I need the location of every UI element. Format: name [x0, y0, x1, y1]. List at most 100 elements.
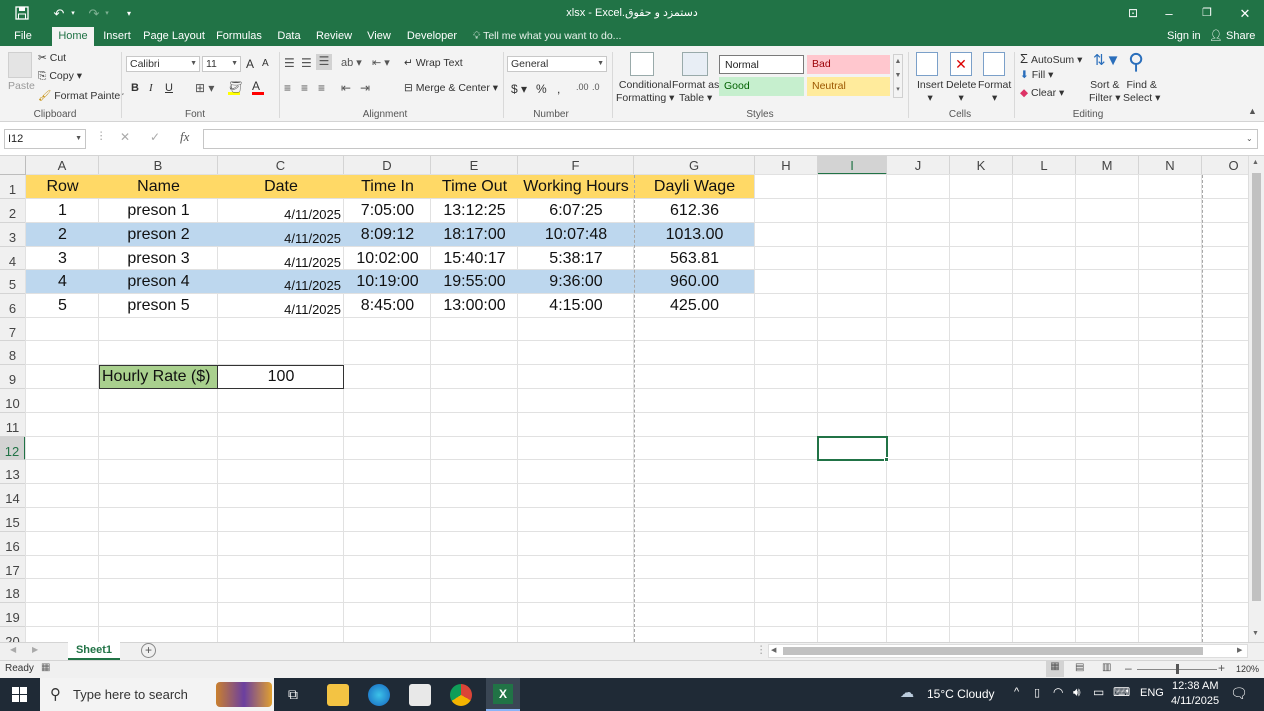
format-as-table-icon[interactable] — [682, 52, 708, 76]
active-cell-i12[interactable] — [817, 436, 888, 461]
table-cell[interactable]: 4:15:00 — [518, 294, 634, 318]
fill-color-icon[interactable]: 🪣︎ — [228, 80, 243, 95]
align-middle-icon[interactable]: ☰ — [301, 56, 312, 70]
font-size-select[interactable]: 11 ▼ — [202, 56, 241, 72]
increase-decimal-icon[interactable]: .00 — [576, 82, 589, 92]
row-header-11[interactable]: 11 — [0, 413, 26, 437]
tab-insert[interactable]: Insert — [99, 27, 135, 46]
shrink-font-button[interactable]: A — [262, 58, 269, 69]
collapse-ribbon-icon[interactable]: ▲ — [1248, 106, 1257, 116]
row-header-4[interactable]: 4 — [0, 247, 26, 270]
minimize-button[interactable]: – — [1158, 0, 1180, 27]
sign-in-link[interactable]: Sign in — [1167, 27, 1201, 46]
percent-button[interactable]: % — [536, 82, 547, 96]
row-header-19[interactable]: 19 — [0, 603, 26, 627]
row-header-3[interactable]: 3 — [0, 223, 26, 247]
row-header-5[interactable]: 5 — [0, 270, 26, 294]
select-all-button[interactable] — [0, 156, 26, 175]
cut-button[interactable]: ✂ Cut — [38, 52, 66, 64]
column-header-e[interactable]: E — [431, 156, 518, 175]
table-cell[interactable]: 10:19:00 — [344, 270, 431, 294]
column-header-m[interactable]: M — [1076, 156, 1139, 175]
vertical-scrollbar[interactable]: ▲ ▼ — [1248, 156, 1264, 642]
table-cell[interactable]: 2 — [26, 223, 99, 247]
table-cell[interactable]: 4 — [26, 270, 99, 294]
delete-cells-button[interactable]: Delete ▾ — [946, 79, 976, 105]
column-header-d[interactable]: D — [344, 156, 431, 175]
tab-formulas[interactable]: Formulas — [214, 27, 264, 46]
format-as-table-button[interactable]: Format as Table ▾ — [672, 79, 719, 105]
scroll-right-icon[interactable]: ▶ — [1237, 646, 1242, 654]
style-normal[interactable]: Normal — [719, 55, 804, 74]
copy-button[interactable]: ⎘ Copy ▾ — [38, 70, 82, 83]
column-header-c[interactable]: C — [218, 156, 344, 175]
fill-handle[interactable] — [884, 457, 889, 462]
style-good[interactable]: Good — [719, 77, 804, 96]
column-header-g[interactable]: G — [634, 156, 755, 175]
align-top-icon[interactable]: ☰ — [284, 56, 295, 70]
sheet-tab-sheet1[interactable]: Sheet1 — [68, 642, 120, 660]
column-header-b[interactable]: B — [99, 156, 218, 175]
magnifier-icon[interactable]: ⚲ — [1128, 49, 1144, 75]
chrome-browser-icon[interactable] — [450, 684, 472, 706]
column-header-o[interactable]: O — [1202, 156, 1248, 175]
table-cell[interactable]: 6:07:25 — [518, 199, 634, 223]
indent-direction-icon[interactable]: ⇤ ▾ — [372, 56, 390, 69]
row-header-20[interactable]: 20 — [0, 627, 26, 642]
edge-browser-icon[interactable] — [368, 684, 390, 706]
hourly-rate-label[interactable]: Hourly Rate ($) — [99, 365, 218, 389]
paste-icon[interactable] — [8, 52, 32, 78]
scroll-up-icon[interactable]: ▲ — [1252, 159, 1259, 166]
enter-entry-icon[interactable]: ✓ — [150, 130, 160, 144]
normal-view-icon[interactable]: ▦ — [1046, 661, 1064, 677]
table-cell[interactable]: 1 — [26, 199, 99, 223]
clock-date[interactable]: 4/11/2025 — [1170, 695, 1220, 707]
style-bad[interactable]: Bad — [807, 55, 890, 74]
table-cell[interactable]: 4/11/2025 — [218, 199, 344, 223]
row-header-9[interactable]: 9 — [0, 365, 26, 389]
grow-font-button[interactable]: A — [246, 57, 254, 71]
row-header-8[interactable]: 8 — [0, 341, 26, 365]
currency-button[interactable]: $ ▾ — [511, 82, 527, 96]
conditional-formatting-button[interactable]: Conditional Formatting ▾ — [616, 79, 674, 105]
battery-icon[interactable]: ▭ — [1093, 685, 1104, 699]
table-cell[interactable]: 19:55:00 — [431, 270, 518, 294]
insert-cells-button[interactable]: Insert ▾ — [917, 79, 943, 105]
notification-icon[interactable]: 🗨︎ — [1230, 685, 1248, 702]
undo-dropdown-icon[interactable]: ▾ — [69, 0, 77, 27]
style-neutral[interactable]: Neutral — [807, 77, 890, 96]
tell-me-box[interactable]: 💡︎ Tell me what you want to do... — [473, 27, 621, 46]
orientation-icon[interactable]: ab ▾ — [341, 56, 362, 69]
wrap-text-button[interactable]: ↵ Wrap Text — [404, 57, 463, 69]
row-header-12[interactable]: 12 — [0, 437, 26, 460]
row-header-18[interactable]: 18 — [0, 579, 26, 603]
format-painter-button[interactable]: 🖌︎ Format Painter — [38, 89, 124, 102]
table-cell[interactable]: 612.36 — [634, 199, 755, 223]
header-cell[interactable]: Row — [26, 175, 99, 199]
table-cell[interactable]: 9:36:00 — [518, 270, 634, 294]
table-cell[interactable]: 4/11/2025 — [218, 294, 344, 318]
align-left-icon[interactable]: ≡ — [284, 81, 291, 95]
table-cell[interactable]: 13:00:00 — [431, 294, 518, 318]
column-header-j[interactable]: J — [887, 156, 950, 175]
show-hidden-icons[interactable]: ^ — [1014, 686, 1019, 698]
formula-input[interactable] — [203, 129, 1258, 149]
column-header-a[interactable]: A — [26, 156, 99, 175]
expand-formula-bar-icon[interactable]: ⌄ — [1246, 134, 1253, 143]
horizontal-scroll-thumb[interactable] — [783, 647, 1203, 655]
underline-button[interactable]: U — [165, 82, 173, 94]
table-cell[interactable]: preson 4 — [99, 270, 218, 294]
column-header-f[interactable]: F — [518, 156, 634, 175]
row-header-2[interactable]: 2 — [0, 199, 26, 223]
drag-handle-icon[interactable]: ⋮ — [96, 130, 107, 142]
redo-dropdown-icon[interactable]: ▾ — [103, 0, 111, 27]
table-cell[interactable]: preson 3 — [99, 247, 218, 270]
close-button[interactable]: ✕ — [1234, 0, 1256, 27]
row-header-1[interactable]: 1 — [0, 175, 26, 199]
table-cell[interactable]: 1013.00 — [634, 223, 755, 247]
zoom-out-button[interactable]: – — [1125, 661, 1132, 675]
volume-icon[interactable]: 🔊︎ — [1073, 685, 1081, 700]
number-format-select[interactable]: General ▼ — [507, 56, 607, 72]
table-cell[interactable]: 7:05:00 — [344, 199, 431, 223]
row-header-15[interactable]: 15 — [0, 508, 26, 532]
